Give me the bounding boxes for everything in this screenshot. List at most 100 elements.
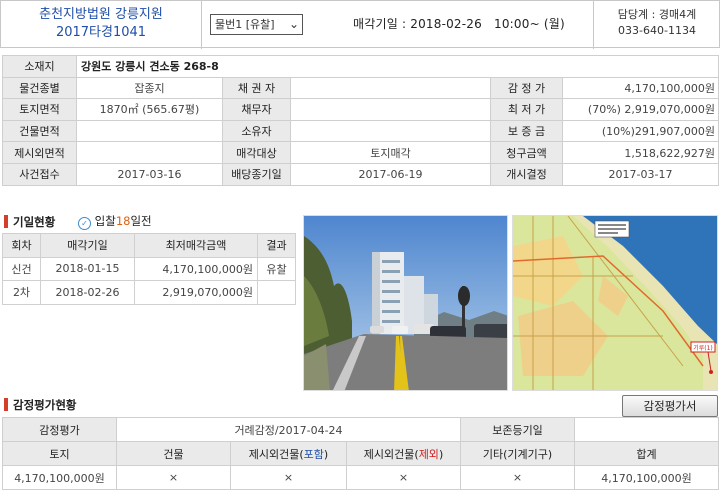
receipt-value: 2017-03-16 — [76, 162, 223, 186]
col-excl-excluded-word: 제외 — [418, 447, 439, 461]
table-row: 4,170,100,000원 × × × × 4,170,100,000원 — [2, 465, 720, 490]
bid-date: 2018-01-15 — [40, 256, 135, 281]
total-amount: 4,170,100,000원 — [574, 465, 720, 490]
preserve-label: 보존등기일 — [460, 417, 576, 442]
claim-amount-label: 청구금액 — [490, 141, 563, 164]
type-value: 잡종지 — [76, 76, 223, 100]
col-land: 토지 — [2, 441, 117, 466]
chevron-down-icon: ⌄ — [288, 17, 299, 31]
preserve-value — [574, 417, 720, 442]
table-header-row: 회차 매각기일 최저매각금액 결과 — [2, 233, 296, 258]
debtor-value — [290, 98, 491, 121]
col-etc: 기타(기계기구) — [460, 441, 576, 466]
col-result: 결과 — [257, 233, 296, 258]
bid-status-title: 기일현황 — [13, 215, 56, 229]
appraisal-report-button[interactable]: 감정평가서 — [622, 395, 718, 417]
header-divider — [201, 1, 202, 49]
col-excl-included-close: ) — [323, 447, 329, 461]
bid-date: 2018-02-26 — [40, 280, 135, 305]
deposit-label: 보 증 금 — [490, 119, 563, 143]
sale-date: 매각기일 : 2018-02-26 10:00~ (월) — [353, 17, 565, 31]
location-label: 소재지 — [2, 55, 77, 78]
property-info-table: 소재지 강원도 강릉시 견소동 268-8 물건종별 잡종지 채 권 자 감 정… — [2, 55, 720, 186]
land-area-label: 토지면적 — [2, 98, 77, 121]
court-title: 춘천지방법원 강릉지원 2017타경1041 — [1, 6, 201, 42]
col-building: 건물 — [116, 441, 231, 466]
excluded-area-value — [76, 141, 223, 164]
col-excl-included-prefix: 제시외건물( — [248, 447, 304, 461]
col-excl-excluded: 제시외건물(제외) — [345, 441, 462, 466]
case-number: 2017타경1041 — [55, 25, 147, 40]
bid-amount: 4,170,100,000원 — [134, 256, 258, 281]
clock-icon: ✓ — [78, 217, 91, 230]
creditor-label: 채 권 자 — [222, 76, 291, 100]
receipt-label: 사건접수 — [2, 162, 77, 186]
creditor-value — [290, 76, 491, 100]
type-label: 물건종별 — [2, 76, 77, 100]
appraisal-status-title: 감정평가현황 — [13, 398, 77, 412]
appraisal-price-label: 감 정 가 — [490, 76, 563, 100]
col-date: 매각기일 — [40, 233, 135, 258]
etc-amount: × — [460, 465, 576, 490]
property-photo[interactable] — [303, 215, 508, 391]
start-decision-label: 개시결정 — [490, 162, 563, 186]
table-row: 물건종별 잡종지 채 권 자 감 정 가 4,170,100,000원 — [2, 76, 720, 100]
col-excl-included-word: 포함 — [303, 447, 324, 461]
building-area-value — [76, 119, 223, 143]
bid-dday-badge: ✓ 입찰18일전 — [78, 213, 152, 230]
appraisal-table: 감정평가 거례감정/2017-04-24 보존등기일 토지 건물 제시외건물(포… — [2, 417, 720, 490]
table-row: 건물면적 소유자 보 증 금 (10%)291,907,000원 — [2, 119, 720, 143]
dividend-deadline-label: 배당종기일 — [222, 162, 291, 186]
minimum-price-label: 최 저 가 — [490, 98, 563, 121]
land-area-value: 1870㎡ (565.67평) — [76, 98, 223, 121]
bid-round: 2차 — [2, 280, 41, 305]
owner-label: 소유자 — [222, 119, 291, 143]
land-amount: 4,170,100,000원 — [2, 465, 117, 490]
bid-result — [257, 280, 296, 305]
table-row: 2차 2018-02-26 2,919,070,000원 — [2, 280, 296, 305]
table-row: 토지면적 1870㎡ (565.67평) 채무자 최 저 가 (70%) 2,9… — [2, 98, 720, 121]
table-row: 사건접수 2017-03-16 배당종기일 2017-06-19 개시결정 20… — [2, 162, 720, 186]
bid-badge-text: 입찰 — [94, 214, 116, 228]
map-image: 기루(1) — [513, 216, 717, 390]
street-photo-image — [304, 216, 507, 390]
building-amount: × — [116, 465, 231, 490]
court-name: 춘천지방법원 강릉지원 — [39, 7, 163, 22]
section-marker — [4, 215, 8, 228]
appraisal-price-value: 4,170,100,000원 — [561, 76, 720, 100]
section-marker — [4, 398, 8, 411]
bid-badge-suffix: 일전 — [130, 214, 152, 228]
excl-included-amount: × — [230, 465, 347, 490]
manager-info: 담당계 : 경매4계 033-640-1134 — [593, 7, 720, 39]
sale-target-label: 매각대상 — [222, 141, 291, 164]
item-number-value: 물번1 [유찰] — [215, 18, 275, 31]
table-row: 감정평가 거례감정/2017-04-24 보존등기일 — [2, 417, 720, 442]
table-row: 제시외면적 매각대상 토지매각 청구금액 1,518,622,927원 — [2, 141, 720, 164]
map-pin-label: 기루(1) — [693, 344, 713, 352]
manager-dept: 담당계 : 경매4계 — [617, 8, 697, 21]
manager-phone: 033-640-1134 — [618, 24, 696, 37]
dividend-deadline-value: 2017-06-19 — [290, 162, 491, 186]
col-total: 합계 — [574, 441, 720, 466]
bid-amount: 2,919,070,000원 — [134, 280, 258, 305]
building-area-label: 건물면적 — [2, 119, 77, 143]
eval-label: 감정평가 — [2, 417, 117, 442]
col-excl-excluded-close: ) — [438, 447, 444, 461]
bid-result: 유찰 — [257, 256, 296, 281]
bid-history-table: 회차 매각기일 최저매각금액 결과 신건 2018-01-15 4,170,10… — [2, 233, 296, 305]
bid-round: 신건 — [2, 256, 41, 281]
col-round: 회차 — [2, 233, 41, 258]
item-number-select[interactable]: 물번1 [유찰] ⌄ — [210, 14, 303, 35]
start-decision-value: 2017-03-17 — [561, 162, 720, 186]
sale-target-value: 토지매각 — [290, 141, 491, 164]
owner-value — [290, 119, 491, 143]
table-header-row: 토지 건물 제시외건물(포함) 제시외건물(제외) 기타(기계기구) 합계 — [2, 441, 720, 466]
col-excl-included: 제시외건물(포함) — [230, 441, 347, 466]
location-map[interactable]: 기루(1) — [512, 215, 718, 391]
excl-excluded-amount: × — [345, 465, 462, 490]
claim-amount-value: 1,518,622,927원 — [561, 141, 720, 164]
table-row: 신건 2018-01-15 4,170,100,000원 유찰 — [2, 256, 296, 281]
col-excl-excluded-prefix: 제시외건물( — [363, 447, 419, 461]
deposit-value: (10%)291,907,000원 — [561, 119, 720, 143]
eval-value: 거례감정/2017-04-24 — [115, 417, 462, 442]
